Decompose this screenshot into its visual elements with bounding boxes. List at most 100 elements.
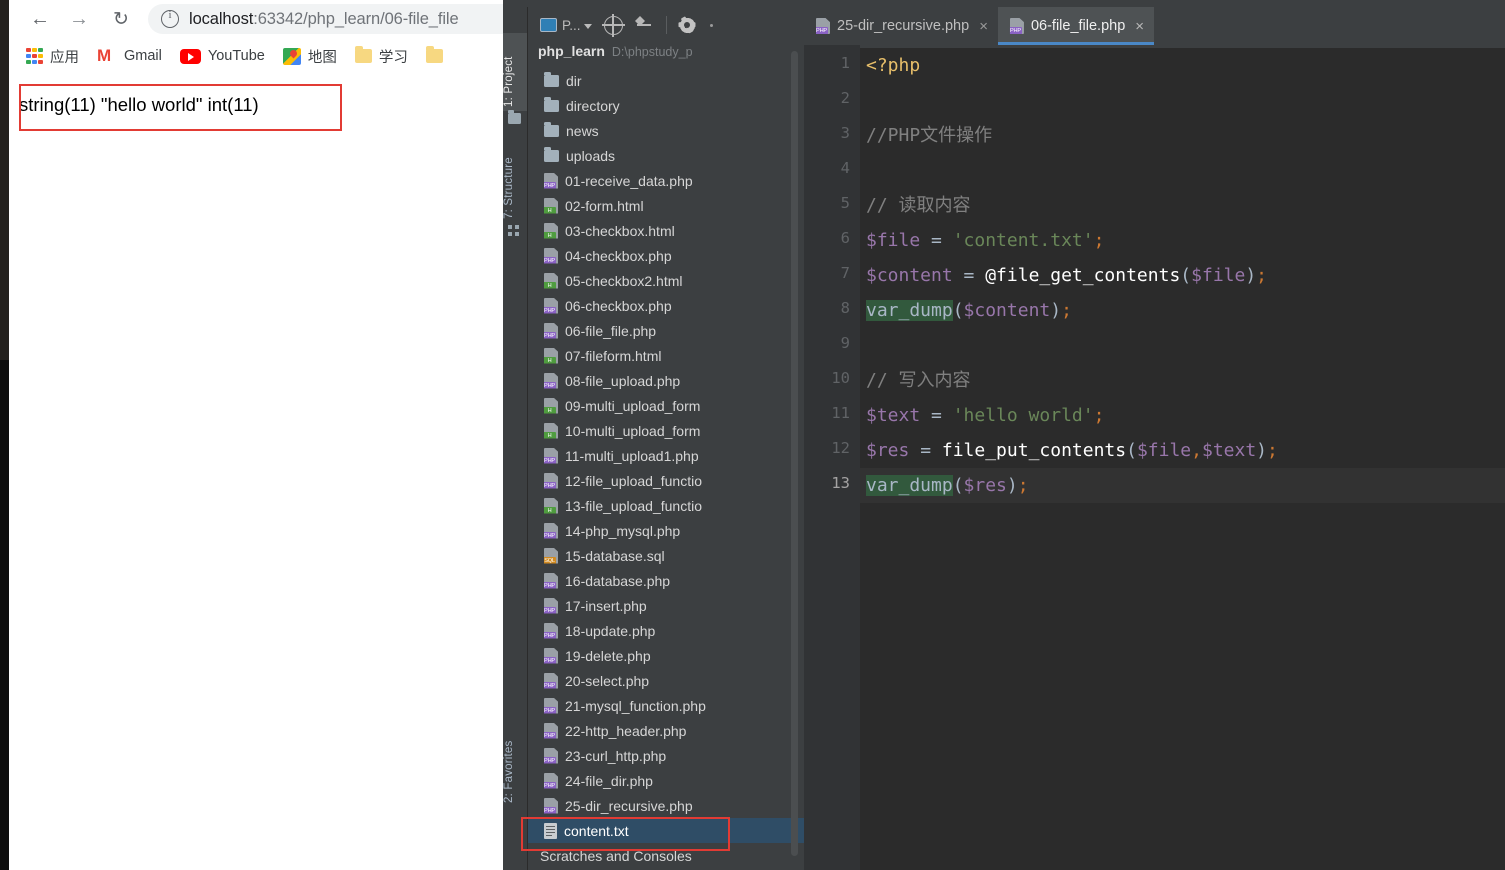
module-dots-icon [508,225,521,238]
project-file-row[interactable]: PHP 01-receive_data.php [528,168,804,193]
apps-grid-icon [26,47,43,65]
project-file-row[interactable]: PHP 16-database.php [528,568,804,593]
address-bar-url: localhost:63342/php_learn/06-file_file [189,10,459,29]
tool-tab-structure[interactable]: 7: Structure [503,135,527,219]
project-file-row[interactable]: H 02-form.html [528,193,804,218]
folder-icon [425,46,443,63]
forward-arrow-icon[interactable]: → [65,5,93,33]
editor-tab[interactable]: PHP 06-file_file.php × [997,7,1155,45]
code-token: var_dump [866,475,953,496]
close-icon[interactable]: × [979,18,988,35]
project-view-icon [540,18,557,32]
project-file-row[interactable]: PHP 23-curl_http.php [528,743,804,768]
project-file-row[interactable]: news [528,118,804,143]
code-token: ; [1093,230,1105,251]
project-file-row[interactable]: H 13-file_upload_functio [528,493,804,518]
close-icon[interactable]: × [1135,18,1144,35]
bookmark-maps[interactable]: 地图 [282,46,337,67]
project-file-row[interactable]: PHP 22-http_header.php [528,718,804,743]
project-file-row[interactable]: PHP 18-update.php [528,618,804,643]
php-file-icon: PHP [544,372,558,389]
code-editor[interactable]: <?php //PHP文件操作 // 读取内容 $file = 'content.tx… [860,45,1505,870]
address-bar[interactable]: localhost:63342/php_learn/06-file_file [148,4,503,34]
bookmark-folder-extra[interactable] [425,46,443,63]
project-tree-scrollbar[interactable] [791,51,798,856]
collapse-all-button[interactable] [634,16,653,34]
project-file-row[interactable]: PHP 06-file_file.php [528,318,804,343]
background-window-edge [0,0,9,870]
project-file-row[interactable]: PHP 21-mysql_function.php [528,693,804,718]
code-token: $file [1191,265,1246,286]
code-line: <?php [860,48,1505,83]
code-token: var_dump [866,300,953,321]
chevron-down-icon [583,24,592,29]
tool-tab-project[interactable]: 1: Project [503,33,527,111]
project-view-selector[interactable]: P... [540,18,592,33]
project-file-name: 21-mysql_function.php [565,697,706,714]
php-file-icon: PHP [544,597,558,614]
php-file-icon: PHP [544,772,558,789]
project-file-row[interactable]: H 07-fileform.html [528,343,804,368]
project-file-row[interactable]: PHP 20-select.php [528,668,804,693]
project-file-name: 15-database.sql [565,547,665,564]
project-file-row[interactable]: PHP 19-delete.php [528,643,804,668]
site-info-icon[interactable] [161,9,179,28]
php-file-icon: PHP [544,172,558,189]
toolbar-overflow-dot[interactable] [709,23,713,27]
project-file-row[interactable]: PHP 24-file_dir.php [528,768,804,793]
scratches-and-consoles-row[interactable]: Scratches and Consoles [528,843,804,868]
project-file-row[interactable]: PHP 11-multi_upload1.php [528,443,804,468]
editor-tab[interactable]: PHP 25-dir_recursive.php × [804,7,998,45]
code-token: $content [963,300,1051,321]
code-token: = [909,440,942,461]
project-file-row[interactable]: PHP 25-dir_recursive.php [528,793,804,818]
bookmark-label: 地图 [307,49,337,66]
code-token: // 读取内容 [866,195,971,216]
editor-gutter: 1 2 3 4 5 6 7 8 9 10 11 12 13 [804,45,860,870]
project-file-name: 04-checkbox.php [565,247,672,264]
code-token: ( [952,300,964,321]
line-number: 7 [840,264,850,282]
project-file-row[interactable]: PHP 06-checkbox.php [528,293,804,318]
project-root-row[interactable]: php_learn D:\phpstudy_p [528,43,804,68]
reload-icon[interactable]: ↻ [107,5,135,33]
project-file-row[interactable]: PHP 08-file_upload.php [528,368,804,393]
code-token: = [952,265,986,286]
project-file-row[interactable]: PHP 04-checkbox.php [528,243,804,268]
bookmark-youtube[interactable]: YouTube [179,48,265,64]
php-file-icon: PHP [544,797,558,814]
project-file-name: 02-form.html [565,197,644,214]
project-file-row[interactable]: H 05-checkbox2.html [528,268,804,293]
google-maps-icon [282,47,301,65]
code-token: ; [1093,405,1105,426]
code-token: //PHP文件操作 [866,125,993,146]
php-file-icon: PHP [544,247,558,264]
project-file-row[interactable]: dir [528,68,804,93]
project-file-row[interactable]: H 10-multi_upload_form [528,418,804,443]
project-file-row[interactable]: uploads [528,143,804,168]
project-name: php_learn [538,43,605,59]
php-file-icon: PHP [544,647,558,664]
php-file-icon: PHP [544,697,558,714]
bookmark-study-folder[interactable]: 学习 [354,46,408,67]
code-line: $text = 'hello world'; [860,398,1505,433]
gmail-icon: M [97,45,112,65]
tool-tab-favorites[interactable]: 2: Favorites [503,707,527,803]
html-file-icon: H [544,197,558,214]
project-file-row[interactable]: H 09-multi_upload_form [528,393,804,418]
project-file-row[interactable]: PHP 12-file_upload_functio [528,468,804,493]
bookmark-apps[interactable]: 应用 [26,46,79,67]
project-file-name: 12-file_upload_functio [565,472,702,489]
scroll-from-source-button[interactable] [601,13,625,37]
settings-button[interactable] [678,16,696,34]
project-file-row[interactable]: H 03-checkbox.html [528,218,804,243]
project-file-row[interactable]: PHP 14-php_mysql.php [528,518,804,543]
project-file-row[interactable]: directory [528,93,804,118]
project-file-name: 17-insert.php [565,597,647,614]
back-arrow-icon[interactable]: ← [26,5,54,33]
project-file-row[interactable]: PHP 17-insert.php [528,593,804,618]
browser-nav-bar: ← → ↻ localhost:63342/php_learn/06-file_… [9,0,503,38]
project-file-row[interactable]: SQL 15-database.sql [528,543,804,568]
bookmark-gmail[interactable]: M Gmail [97,45,162,65]
project-file-row-selected[interactable]: content.txt [528,818,804,843]
